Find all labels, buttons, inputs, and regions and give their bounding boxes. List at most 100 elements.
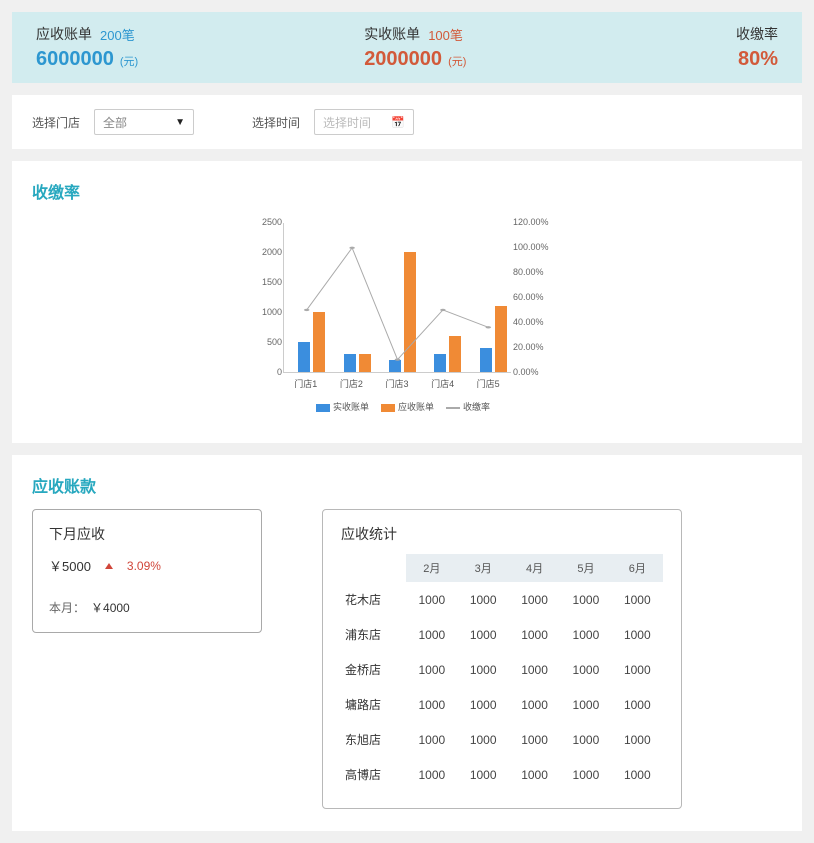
x-label: 门店4 bbox=[420, 373, 466, 390]
bar-group bbox=[337, 354, 377, 372]
legend-actual: 实收账单 bbox=[333, 402, 369, 412]
actual-title: 实收账单 bbox=[364, 24, 420, 44]
bar-group bbox=[292, 312, 332, 372]
y-left-tick: 0 bbox=[254, 367, 282, 377]
summary-actual: 实收账单 100笔 2000000 (元) bbox=[364, 24, 649, 71]
summary-rate: 收缴率 80% bbox=[650, 24, 778, 71]
cell-value: 1000 bbox=[406, 652, 457, 687]
bar-receivable bbox=[313, 312, 325, 372]
receivable-panel-title: 应收账款 bbox=[32, 473, 782, 497]
actual-value: 2000000 bbox=[364, 48, 442, 71]
next-month-pct: 3.09% bbox=[127, 559, 161, 573]
cell-value: 1000 bbox=[560, 757, 611, 792]
table-row: 东旭店10001000100010001000 bbox=[341, 722, 663, 757]
cell-value: 1000 bbox=[612, 757, 663, 792]
bar-actual bbox=[434, 354, 446, 372]
cell-value: 1000 bbox=[458, 687, 509, 722]
cell-value: 1000 bbox=[406, 757, 457, 792]
cell-value: 1000 bbox=[612, 652, 663, 687]
table-row: 花木店10001000100010001000 bbox=[341, 582, 663, 617]
bar-receivable bbox=[359, 354, 371, 372]
cell-value: 1000 bbox=[509, 757, 560, 792]
legend-rate: 收缴率 bbox=[463, 402, 490, 412]
table-row: 墉路店10001000100010001000 bbox=[341, 687, 663, 722]
row-name: 花木店 bbox=[341, 582, 406, 617]
cell-value: 1000 bbox=[612, 687, 663, 722]
next-month-card: 下月应收 ￥5000 3.09% 本月：￥4000 bbox=[32, 509, 262, 633]
cell-value: 1000 bbox=[509, 687, 560, 722]
cell-value: 1000 bbox=[509, 617, 560, 652]
cell-value: 1000 bbox=[560, 687, 611, 722]
cell-value: 1000 bbox=[612, 582, 663, 617]
y-right-tick: 120.00% bbox=[513, 217, 557, 227]
filter-time-select[interactable]: 选择时间 📅 bbox=[314, 109, 414, 135]
stats-header: 2月 bbox=[406, 554, 457, 582]
y-left-tick: 1500 bbox=[254, 277, 282, 287]
rate-panel-title: 收缴率 bbox=[32, 179, 782, 203]
cell-value: 1000 bbox=[458, 617, 509, 652]
y-left-tick: 1000 bbox=[254, 307, 282, 317]
bar-receivable bbox=[495, 306, 507, 372]
x-label: 门店2 bbox=[329, 373, 375, 390]
y-right-tick: 60.00% bbox=[513, 292, 557, 302]
legend-receivable: 应收账单 bbox=[398, 402, 434, 412]
cell-value: 1000 bbox=[406, 722, 457, 757]
cell-value: 1000 bbox=[509, 582, 560, 617]
cell-value: 1000 bbox=[406, 582, 457, 617]
calendar-icon: 📅 bbox=[391, 116, 405, 129]
row-name: 墉路店 bbox=[341, 687, 406, 722]
x-label: 门店1 bbox=[283, 373, 329, 390]
stats-header: 5月 bbox=[560, 554, 611, 582]
bar-actual bbox=[344, 354, 356, 372]
stats-title: 应收统计 bbox=[341, 524, 663, 544]
cell-value: 1000 bbox=[458, 722, 509, 757]
cell-value: 1000 bbox=[612, 722, 663, 757]
row-name: 金桥店 bbox=[341, 652, 406, 687]
x-label: 门店3 bbox=[374, 373, 420, 390]
row-name: 东旭店 bbox=[341, 722, 406, 757]
receivable-value: 6000000 bbox=[36, 48, 114, 71]
this-month-label: 本月： bbox=[49, 601, 85, 615]
cell-value: 1000 bbox=[509, 652, 560, 687]
y-right-tick: 20.00% bbox=[513, 342, 557, 352]
cell-value: 1000 bbox=[612, 617, 663, 652]
table-row: 高博店10001000100010001000 bbox=[341, 757, 663, 792]
receivable-panel: 应收账款 下月应收 ￥5000 3.09% 本月：￥4000 应收统计 2月3月… bbox=[12, 455, 802, 831]
rate-title: 收缴率 bbox=[736, 24, 778, 44]
filter-store-select[interactable]: 全部 ▼ bbox=[94, 109, 194, 135]
cell-value: 1000 bbox=[458, 757, 509, 792]
bar-receivable bbox=[449, 336, 461, 372]
y-right-tick: 0.00% bbox=[513, 367, 557, 377]
filter-store-label: 选择门店 bbox=[32, 114, 80, 131]
actual-count: 100笔 bbox=[428, 25, 463, 44]
stats-table: 2月3月4月5月6月 花木店10001000100010001000浦东店100… bbox=[341, 554, 663, 792]
actual-unit: (元) bbox=[448, 53, 466, 71]
y-right-tick: 100.00% bbox=[513, 242, 557, 252]
receivable-title: 应收账单 bbox=[36, 24, 92, 44]
x-label: 门店5 bbox=[465, 373, 511, 390]
y-right-tick: 40.00% bbox=[513, 317, 557, 327]
rate-panel: 收缴率 0 500 1000 1500 2000 2500 0.00% 20.00% 40.00… bbox=[12, 161, 802, 443]
filter-bar: 选择门店 全部 ▼ 选择时间 选择时间 📅 bbox=[12, 95, 802, 149]
cell-value: 1000 bbox=[406, 687, 457, 722]
filter-store-value: 全部 bbox=[103, 114, 127, 131]
stats-header: 6月 bbox=[612, 554, 663, 582]
cell-value: 1000 bbox=[560, 617, 611, 652]
bar-actual bbox=[298, 342, 310, 372]
cell-value: 1000 bbox=[560, 722, 611, 757]
row-name: 浦东店 bbox=[341, 617, 406, 652]
bar-actual bbox=[389, 360, 401, 372]
stats-card: 应收统计 2月3月4月5月6月 花木店10001000100010001000浦… bbox=[322, 509, 682, 809]
rate-chart: 0 500 1000 1500 2000 2500 0.00% 20.00% 40.00% 60.… bbox=[247, 215, 567, 421]
y-left-tick: 500 bbox=[254, 337, 282, 347]
y-left-tick: 2000 bbox=[254, 247, 282, 257]
bar-group bbox=[383, 252, 423, 372]
trend-up-icon bbox=[105, 563, 113, 569]
y-left-tick: 2500 bbox=[254, 217, 282, 227]
cell-value: 1000 bbox=[509, 722, 560, 757]
row-name: 高博店 bbox=[341, 757, 406, 792]
bar-group bbox=[428, 336, 468, 372]
rate-value: 80% bbox=[738, 48, 778, 71]
cell-value: 1000 bbox=[406, 617, 457, 652]
stats-header: 3月 bbox=[458, 554, 509, 582]
